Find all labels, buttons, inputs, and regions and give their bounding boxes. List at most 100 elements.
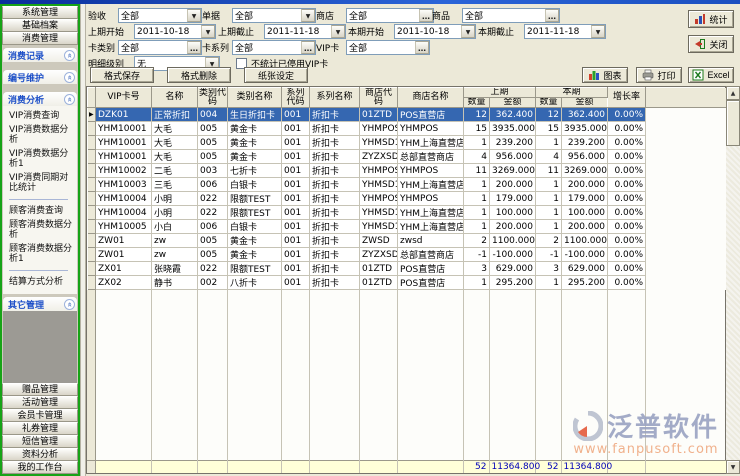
receipt-select[interactable]: 全部 ▼ — [118, 8, 202, 23]
vertical-scrollbar[interactable]: ▲ ▼ — [726, 86, 740, 474]
sidebar-button[interactable]: 基础档案 — [2, 19, 78, 32]
print-button[interactable]: 打印 — [636, 67, 682, 83]
excel-button[interactable]: Excel — [688, 67, 734, 83]
header-series-code[interactable]: 系列代码 — [282, 88, 310, 108]
format-delete-button[interactable]: 格式删除 — [167, 67, 231, 83]
row-indicator[interactable] — [88, 122, 96, 136]
sidebar-item[interactable]: 结算方式分析 — [8, 275, 76, 289]
dropdown-icon[interactable]: ▼ — [301, 9, 315, 22]
sidebar-section-consume-analysis[interactable]: 消费分析 » — [3, 92, 77, 106]
lookup-icon[interactable]: … — [187, 41, 201, 54]
row-indicator[interactable] — [88, 192, 96, 206]
card-series-lookup[interactable]: 全部 … — [232, 40, 316, 55]
header-series-name[interactable]: 系列名称 — [310, 88, 360, 108]
sidebar-button[interactable]: 资料分析 — [2, 448, 78, 461]
header-vip-no[interactable]: VIP卡号 — [96, 88, 152, 108]
row-indicator[interactable] — [88, 150, 96, 164]
card-category-lookup[interactable]: 全部 … — [118, 40, 202, 55]
header-cat-name[interactable]: 类别名称 — [228, 88, 282, 108]
sidebar-button[interactable]: 系统管理 — [2, 6, 78, 19]
close-button[interactable]: 关闭 — [688, 35, 734, 53]
table-row[interactable]: ZX01张晓霞022限额TEST001折扣卡01ZTDPOS直营店3629.00… — [88, 262, 728, 276]
sidebar-section-number-maintain[interactable]: 编号维护 » — [3, 70, 77, 84]
row-indicator[interactable] — [88, 206, 96, 220]
scroll-down-icon[interactable]: ▼ — [726, 460, 740, 474]
header-growth[interactable]: 增长率 — [608, 88, 646, 108]
table-row[interactable]: YHM10003三毛006白银卡001折扣卡YHMSD1YHM上海直营店1200… — [88, 178, 728, 192]
sidebar-button[interactable]: 赠品管理 — [2, 383, 78, 396]
collapse-icon[interactable]: » — [64, 72, 75, 83]
lookup-icon[interactable]: … — [419, 9, 433, 22]
dropdown-icon[interactable]: ▼ — [187, 9, 201, 22]
table-row[interactable]: YHM10001大毛005黄金卡001折扣卡ZYZXSD总部直营商店4956.0… — [88, 150, 728, 164]
table-row[interactable]: YHM10005小白006白银卡001折扣卡YHMSD1YHM上海直营店1200… — [88, 220, 728, 234]
sidebar-button[interactable]: 消费管理 — [2, 32, 78, 45]
dropdown-icon[interactable]: ▼ — [201, 25, 215, 38]
dropdown-icon[interactable]: ▼ — [461, 25, 475, 38]
header-curr-amount[interactable]: 金额 — [562, 98, 608, 108]
chart-button[interactable]: 图表 — [582, 67, 628, 83]
lookup-icon[interactable]: … — [301, 41, 315, 54]
scrollbar-thumb[interactable] — [726, 100, 740, 146]
sidebar-button[interactable]: 礼券管理 — [2, 422, 78, 435]
header-shop-name[interactable]: 商店名称 — [398, 88, 464, 108]
sidebar-item[interactable]: VIP消费同期对比统计 — [8, 171, 76, 195]
sidebar-item[interactable]: 顾客消费数据分析1 — [8, 242, 76, 266]
table-row[interactable]: YHM10001大毛005黄金卡001折扣卡YHMPOSYHMPOS153935… — [88, 122, 728, 136]
table-row[interactable]: YHM10002二毛003七折卡001折扣卡YHMPOSYHMPOS113269… — [88, 164, 728, 178]
header-prev-period[interactable]: 上期 — [464, 88, 536, 98]
sidebar-item[interactable]: VIP消费查询 — [8, 109, 76, 123]
sidebar-item[interactable]: VIP消费数据分析 — [8, 123, 76, 147]
sidebar-section-consume-records[interactable]: 消费记录 » — [3, 48, 77, 62]
row-indicator[interactable] — [88, 234, 96, 248]
sidebar-item[interactable]: 顾客消费数据分析 — [8, 218, 76, 242]
header-name[interactable]: 名称 — [152, 88, 198, 108]
sidebar-section-other-manage[interactable]: 其它管理 » — [3, 297, 77, 311]
sidebar-item[interactable]: VIP消费数据分析1 — [8, 147, 76, 171]
curr-end-date[interactable]: 2011-11-18 ▼ — [524, 24, 606, 39]
dropdown-icon[interactable]: ▼ — [591, 25, 605, 38]
format-save-button[interactable]: 格式保存 — [90, 67, 154, 83]
shop-lookup[interactable]: 全部 … — [346, 8, 434, 23]
table-row[interactable]: YHM10001大毛005黄金卡001折扣卡YHMSD1YHM上海直营店1239… — [88, 136, 728, 150]
sidebar-button[interactable]: 会员卡管理 — [2, 409, 78, 422]
scroll-up-icon[interactable]: ▲ — [726, 86, 740, 100]
table-row[interactable]: YHM10004小明022限额TEST001折扣卡YHMSD1YHM上海直营店1… — [88, 206, 728, 220]
header-shop-code[interactable]: 商店代码 — [360, 88, 398, 108]
lookup-icon[interactable]: … — [415, 41, 429, 54]
header-prev-qty[interactable]: 数量 — [464, 98, 490, 108]
stat-button[interactable]: 统计 — [688, 10, 734, 28]
goods-lookup[interactable]: 全部 … — [462, 8, 560, 23]
header-curr-qty[interactable]: 数量 — [536, 98, 562, 108]
sidebar-item[interactable]: 顾客消费查询 — [8, 204, 76, 218]
row-indicator[interactable]: ▶ — [88, 108, 96, 122]
prev-start-date[interactable]: 2011-10-18 ▼ — [134, 24, 216, 39]
table-row[interactable]: ZW01zw005黄金卡001折扣卡ZYZXSD总部直营商店-1-100.000… — [88, 248, 728, 262]
paper-setup-button[interactable]: 纸张设定 — [244, 67, 308, 83]
collapse-icon[interactable]: » — [64, 50, 75, 61]
dropdown-icon[interactable]: ▼ — [331, 25, 345, 38]
table-row[interactable]: ▶DZK01正常折扣004生日折扣卡001折扣卡01ZTDPOS直营店12362… — [88, 108, 728, 122]
header-curr-period[interactable]: 本期 — [536, 88, 608, 98]
curr-start-date[interactable]: 2011-10-18 ▼ — [394, 24, 476, 39]
row-indicator[interactable] — [88, 248, 96, 262]
sidebar-button[interactable]: 短信管理 — [2, 435, 78, 448]
row-indicator[interactable] — [88, 220, 96, 234]
prev-end-date[interactable]: 2011-11-18 ▼ — [264, 24, 346, 39]
header-cat-code[interactable]: 类别代码 — [198, 88, 228, 108]
lookup-icon[interactable]: … — [545, 9, 559, 22]
header-prev-amount[interactable]: 金额 — [490, 98, 536, 108]
table-row[interactable]: YHM10004小明022限额TEST001折扣卡YHMPOSYHMPOS117… — [88, 192, 728, 206]
row-indicator[interactable] — [88, 136, 96, 150]
row-indicator[interactable] — [88, 276, 96, 290]
collapse-icon[interactable]: » — [64, 299, 75, 310]
row-indicator[interactable] — [88, 164, 96, 178]
vip-card-lookup[interactable]: 全部 … — [346, 40, 430, 55]
row-indicator[interactable] — [88, 262, 96, 276]
sidebar-button[interactable]: 我的工作台 — [2, 461, 78, 474]
table-row[interactable]: ZW01zw005黄金卡001折扣卡ZWSDzwsd21100.00021100… — [88, 234, 728, 248]
collapse-icon[interactable]: » — [64, 94, 75, 105]
row-indicator[interactable] — [88, 178, 96, 192]
table-row[interactable]: ZX02静书002八折卡001折扣卡01ZTDPOS直营店1295.200129… — [88, 276, 728, 290]
sidebar-button[interactable]: 活动管理 — [2, 396, 78, 409]
